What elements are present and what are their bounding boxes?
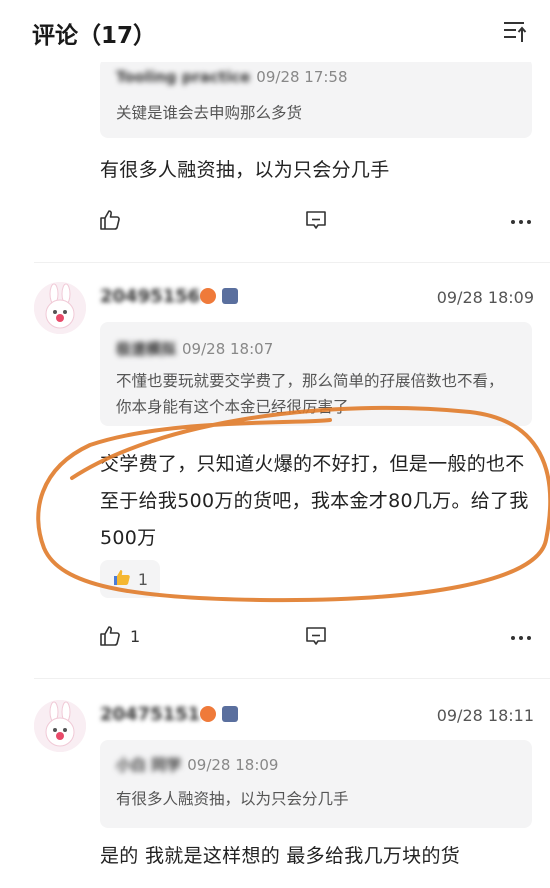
- sort-icon[interactable]: [502, 18, 528, 44]
- rabbit-avatar-icon: [34, 282, 86, 334]
- quoted-time: 09/28 18:07: [182, 339, 274, 358]
- level-badge-icon: [200, 288, 216, 304]
- more-icon: [511, 636, 531, 640]
- avatar[interactable]: [34, 700, 86, 752]
- more-button[interactable]: [510, 628, 532, 648]
- like-button[interactable]: [98, 208, 130, 232]
- shield-badge-icon: [222, 706, 238, 722]
- quoted-text: 有很多人融资抽，以为只会分几手: [116, 790, 349, 808]
- like-button[interactable]: 1: [98, 624, 140, 648]
- divider: [34, 262, 550, 263]
- comment-icon: [306, 211, 326, 229]
- comment-body: 交学费了，只知道火爆的不好打，但是一般的也不至于给我500万的货吧，我本金才80…: [100, 453, 529, 549]
- quoted-username[interactable]: 小白 同学: [116, 754, 181, 775]
- more-button[interactable]: [510, 212, 532, 232]
- reaction-chip[interactable]: 1: [100, 560, 160, 598]
- comment-icon: [306, 627, 326, 645]
- thumbs-up-icon: [100, 210, 120, 230]
- quoted-text: 关键是谁会去申购那么多货: [116, 104, 303, 122]
- comment-actions: 1: [98, 624, 534, 652]
- comment-body: 有很多人融资抽，以为只会分几手: [100, 159, 390, 181]
- quoted-reply[interactable]: Tooling practice 09/28 17:58 关键是谁会去申购那么多…: [100, 58, 532, 138]
- quoted-reply[interactable]: 小白 同学 09/28 18:09 有很多人融资抽，以为只会分几手: [100, 740, 532, 828]
- quoted-reply[interactable]: 极速模拟 09/28 18:07 不懂也要玩就要交学费了，那么简单的孖展倍数也不…: [100, 322, 532, 426]
- username[interactable]: 20495156: [100, 286, 200, 307]
- level-badge-icon: [200, 706, 216, 722]
- comments-header: 评论（17）: [0, 0, 550, 62]
- shield-badge-icon: [222, 288, 238, 304]
- more-icon: [511, 220, 531, 224]
- reply-button[interactable]: [304, 624, 328, 648]
- quoted-username[interactable]: Tooling practice: [116, 68, 250, 86]
- reply-button[interactable]: [304, 208, 328, 232]
- comment-body: 是的 我就是这样想的 最多给我几万块的货: [100, 845, 461, 867]
- avatar[interactable]: [34, 282, 86, 334]
- user-badges: [200, 288, 238, 304]
- quoted-username[interactable]: 极速模拟: [116, 338, 176, 359]
- reaction-count: 1: [137, 569, 149, 589]
- quoted-time: 09/28 18:09: [187, 755, 279, 774]
- comment-time: 09/28 18:11: [436, 706, 534, 725]
- comment-time: 09/28 18:09: [436, 288, 534, 307]
- user-badges: [200, 706, 238, 722]
- quoted-time: 09/28 17:58: [256, 68, 348, 86]
- username[interactable]: 20475151: [100, 704, 200, 725]
- quoted-text: 不懂也要玩就要交学费了，那么简单的孖展倍数也不看，你本身能有这个本金已经很厉害了: [116, 372, 504, 416]
- thumbs-up-icon: [100, 626, 120, 646]
- rabbit-avatar-icon: [34, 700, 86, 752]
- like-count: 1: [130, 626, 141, 646]
- divider: [34, 678, 550, 679]
- comments-title: 评论（17）: [32, 23, 157, 49]
- comment-actions: [98, 208, 534, 236]
- thumbs-up-emoji-icon: [112, 567, 132, 591]
